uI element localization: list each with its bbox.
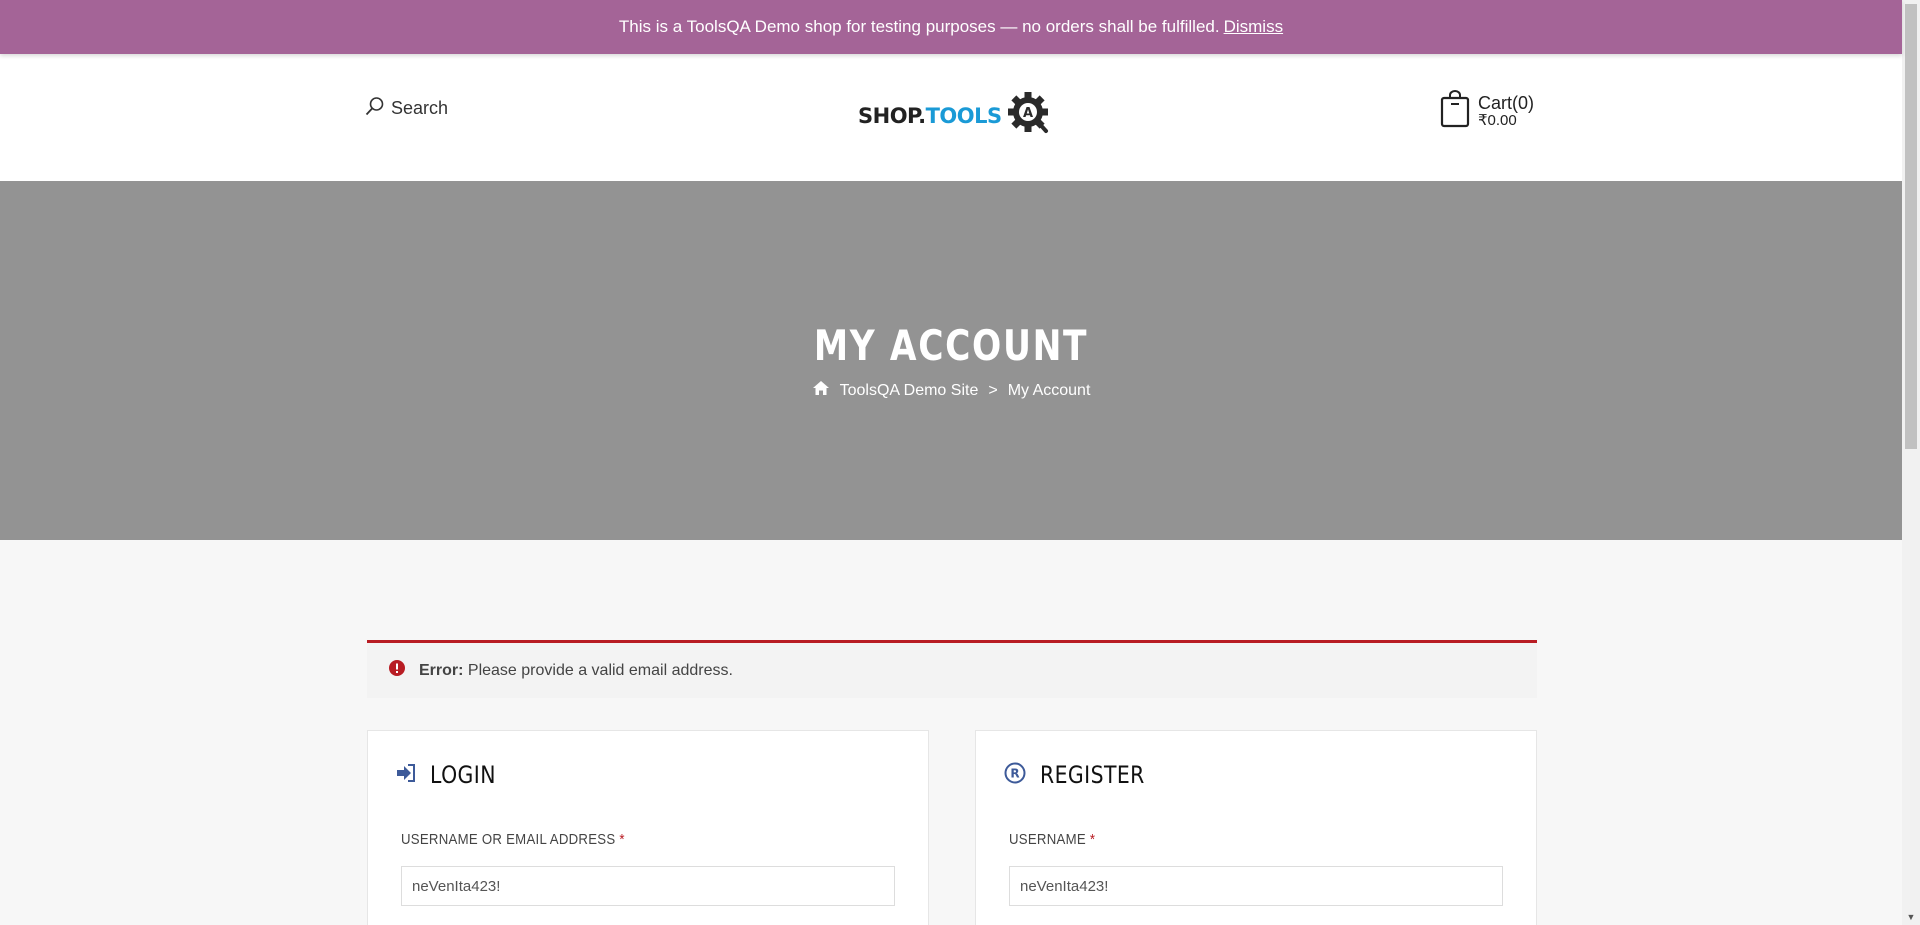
search-icon — [365, 96, 385, 121]
login-username-input[interactable] — [401, 866, 895, 906]
site-logo[interactable]: SHOP.TOOLS A — [858, 90, 1052, 141]
sign-in-icon — [396, 763, 416, 787]
content-area — [0, 540, 1902, 925]
register-panel: R REGISTER USERNAME * — [975, 730, 1537, 925]
store-notice-text: This is a ToolsQA Demo shop for testing … — [618, 17, 1220, 36]
login-title: LOGIN — [430, 761, 496, 789]
page-scrollbar[interactable]: ▼ — [1902, 0, 1920, 925]
cart-count: Cart(0) — [1478, 93, 1535, 114]
cart-total: ₹0.00 — [1478, 112, 1517, 130]
svg-text:R: R — [1010, 766, 1019, 780]
scrollbar-thumb[interactable] — [1905, 4, 1917, 449]
shopping-bag-icon — [1440, 90, 1470, 133]
login-username-label: USERNAME OR EMAIL ADDRESS * — [401, 831, 625, 848]
site-header: Search SHOP.TOOLS A Cart(0) ₹0.00 — [0, 54, 1902, 181]
logo-text: SHOP.TOOLS — [858, 103, 1002, 128]
gear-logo-icon: A — [1006, 90, 1052, 141]
register-title: REGISTER — [1040, 761, 1145, 789]
scroll-down-arrow-icon[interactable]: ▼ — [1902, 909, 1920, 925]
breadcrumb-home-link[interactable]: ToolsQA Demo Site — [840, 382, 979, 400]
breadcrumb-current: My Account — [1007, 381, 1091, 399]
register-username-label: USERNAME * — [1009, 831, 1096, 848]
registered-icon: R — [1004, 762, 1026, 789]
error-text: Error: Please provide a valid email addr… — [419, 661, 733, 679]
page-title: MY ACCOUNT — [813, 321, 1089, 370]
error-notice: Error: Please provide a valid email addr… — [367, 640, 1537, 698]
dismiss-link[interactable]: Dismiss — [1224, 17, 1284, 37]
store-notice: This is a ToolsQA Demo shop for testing … — [0, 0, 1902, 54]
error-icon — [389, 660, 405, 681]
search-toggle[interactable]: Search — [365, 96, 448, 121]
svg-text:A: A — [1023, 106, 1033, 121]
breadcrumb-separator: > — [988, 381, 998, 399]
cart-link[interactable]: Cart(0) ₹0.00 — [1440, 90, 1534, 133]
register-username-input[interactable] — [1009, 866, 1503, 906]
search-label: Search — [391, 98, 449, 118]
home-icon — [812, 380, 830, 401]
page-banner: MY ACCOUNT ToolsQA Demo Site > My Accoun… — [0, 181, 1902, 540]
breadcrumb: ToolsQA Demo Site > My Account — [0, 380, 1902, 401]
login-panel: LOGIN USERNAME OR EMAIL ADDRESS * — [367, 730, 929, 925]
